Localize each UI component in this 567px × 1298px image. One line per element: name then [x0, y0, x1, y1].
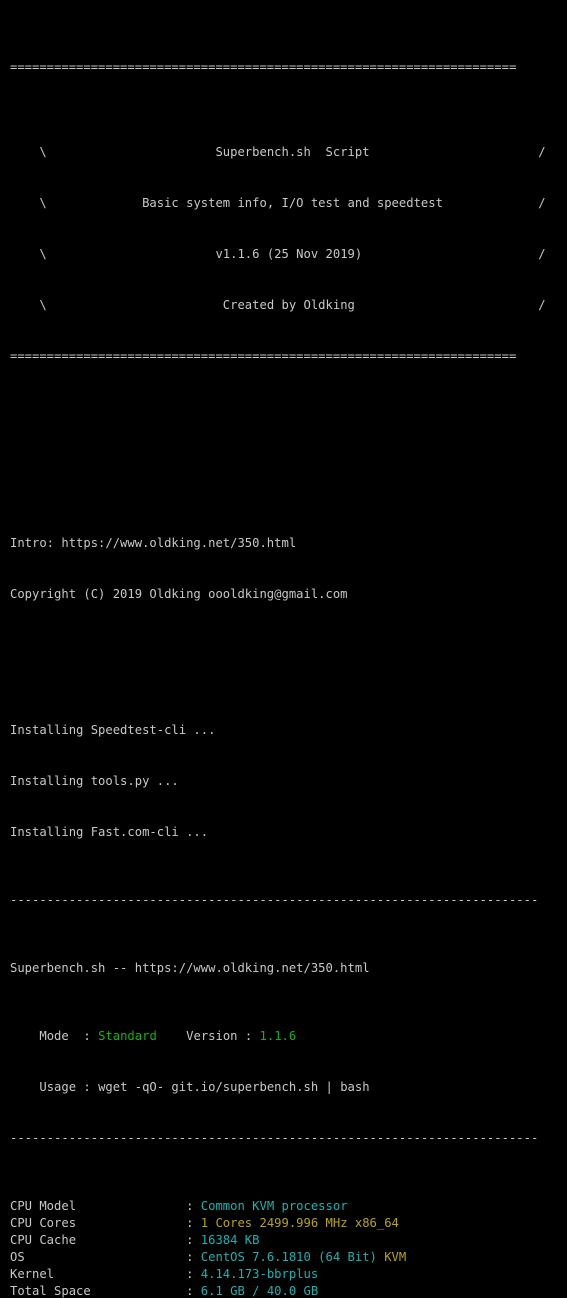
installing-line-2: Installing Fast.com-cli ... [10, 825, 209, 839]
mode-sep: : [68, 1029, 99, 1043]
usage-value: wget -qO- git.io/superbench.sh | bash [98, 1080, 370, 1094]
sysinfo-row: Kernel : 4.14.173-bbrplus [10, 1266, 567, 1283]
sysinfo-value: 1 Cores 2499.996 MHz x86_64 [200, 1216, 399, 1230]
sysinfo-row: CPU Model : Common KVM processor [10, 1198, 567, 1215]
terminal-output: ========================================… [0, 0, 567, 1298]
sysinfo-value: 4.14.173-bbrplus [200, 1267, 319, 1281]
sysinfo-label: CPU Cores : [10, 1216, 201, 1230]
sysinfo-value: CentOS 7.6.1810 (64 Bit) [200, 1250, 385, 1264]
rule-above-sysinfo: ----------------------------------------… [10, 1131, 539, 1145]
sysinfo-value: 16384 KB [200, 1233, 260, 1247]
installing-line-0: Installing Speedtest-cli ... [10, 723, 216, 737]
banner-line-author: \ Created by Oldking / [10, 280, 567, 312]
sysinfo-row: CPU Cores : 1 Cores 2499.996 MHz x86_64 [10, 1215, 567, 1232]
sysinfo-value: Common KVM processor [200, 1199, 348, 1213]
script-title-line: Superbench.sh -- https://www.oldking.net… [10, 961, 370, 975]
sysinfo-label: Total Space : [10, 1284, 201, 1298]
version-label: Version [186, 1029, 238, 1043]
sysinfo-value: KVM [384, 1250, 407, 1264]
version-sep: : [237, 1029, 260, 1043]
sysinfo-row: CPU Cache : 16384 KB [10, 1232, 567, 1249]
banner-line-subtitle: \ Basic system info, I/O test and speedt… [10, 178, 567, 210]
copyright-line: Copyright (C) 2019 Oldking oooldking@gma… [10, 587, 348, 601]
usage-sep: : [76, 1080, 99, 1094]
version-value: 1.1.6 [259, 1029, 297, 1043]
version-gap [157, 1029, 186, 1043]
sysinfo-label: OS : [10, 1250, 201, 1264]
usage-label: Usage [39, 1080, 77, 1094]
sysinfo-label: CPU Model : [10, 1199, 201, 1213]
installing-line-1: Installing tools.py ... [10, 774, 179, 788]
banner-line-version: \ v1.1.6 (25 Nov 2019) / [10, 229, 567, 261]
sysinfo-label: Kernel : [10, 1267, 201, 1281]
banner-row-3: \ Created by Oldking / [39, 298, 546, 312]
intro-url-line: Intro: https://www.oldking.net/350.html [10, 536, 297, 550]
banner-line-title: \ Superbench.sh Script / [10, 127, 567, 159]
mode-value: Standard [98, 1029, 157, 1043]
mode-version-line: Mode : Standard Version : 1.1.6 [10, 1011, 567, 1043]
banner-row-0: \ Superbench.sh Script / [39, 145, 546, 159]
rule-above-script-info: ----------------------------------------… [10, 893, 539, 907]
sysinfo-row: OS : CentOS 7.6.1810 (64 Bit) KVM [10, 1249, 567, 1266]
banner-row-2: \ v1.1.6 (25 Nov 2019) / [39, 247, 546, 261]
banner-row-1: \ Basic system info, I/O test and speedt… [39, 196, 546, 210]
usage-line: Usage : wget -qO- git.io/superbench.sh |… [10, 1062, 567, 1094]
sysinfo-value: 6.1 GB / 40.0 GB [200, 1284, 319, 1298]
mode-label: Mode [39, 1029, 69, 1043]
banner-bottom-rule: ========================================… [10, 349, 517, 363]
banner-top-rule: ========================================… [10, 60, 517, 74]
sysinfo-row: Total Space : 6.1 GB / 40.0 GB [10, 1283, 567, 1298]
system-info-block: CPU Model : Common KVM processor CPU Core… [10, 1198, 567, 1298]
sysinfo-label: CPU Cache : [10, 1233, 201, 1247]
